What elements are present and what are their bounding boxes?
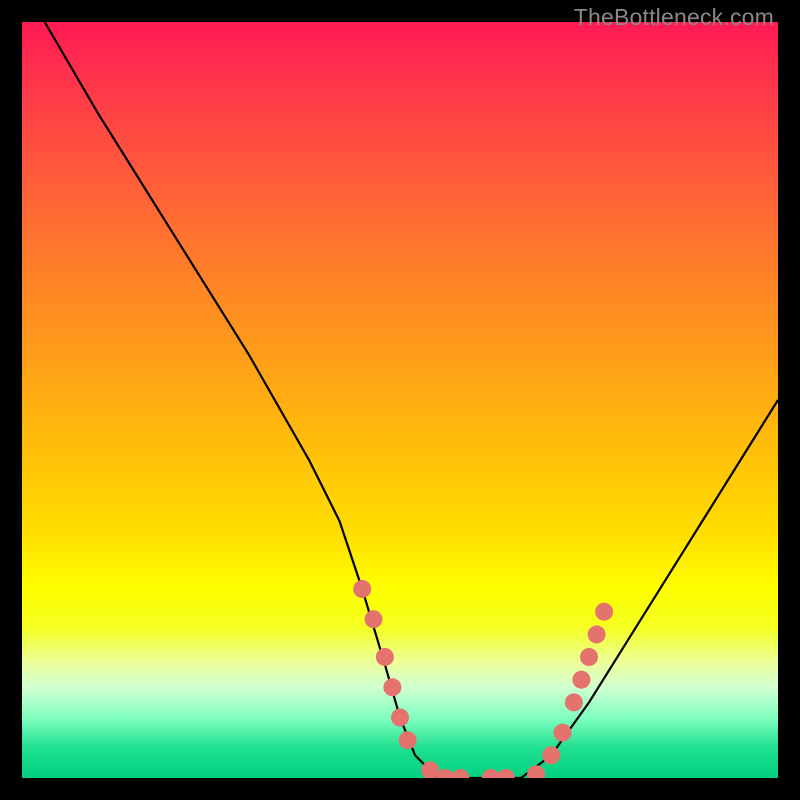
marker-dot <box>399 731 417 749</box>
marker-dot <box>588 625 606 643</box>
marker-dot <box>452 769 470 778</box>
bottleneck-curve <box>45 22 778 778</box>
marker-dot <box>376 648 394 666</box>
marker-dot <box>391 709 409 727</box>
marker-dot <box>580 648 598 666</box>
curve-svg <box>22 22 778 778</box>
marker-dot <box>353 580 371 598</box>
marker-dot <box>572 671 590 689</box>
marker-dot <box>554 724 572 742</box>
marker-dot <box>595 603 613 621</box>
highlighted-points <box>353 580 613 778</box>
curve-line <box>45 22 778 778</box>
marker-dot <box>383 678 401 696</box>
marker-dot <box>527 765 545 778</box>
marker-dot <box>565 693 583 711</box>
watermark-text: TheBottleneck.com <box>574 4 774 31</box>
marker-dot <box>497 769 515 778</box>
marker-dot <box>542 746 560 764</box>
chart-container: TheBottleneck.com <box>0 0 800 800</box>
marker-dot <box>365 610 383 628</box>
plot-area <box>22 22 778 778</box>
